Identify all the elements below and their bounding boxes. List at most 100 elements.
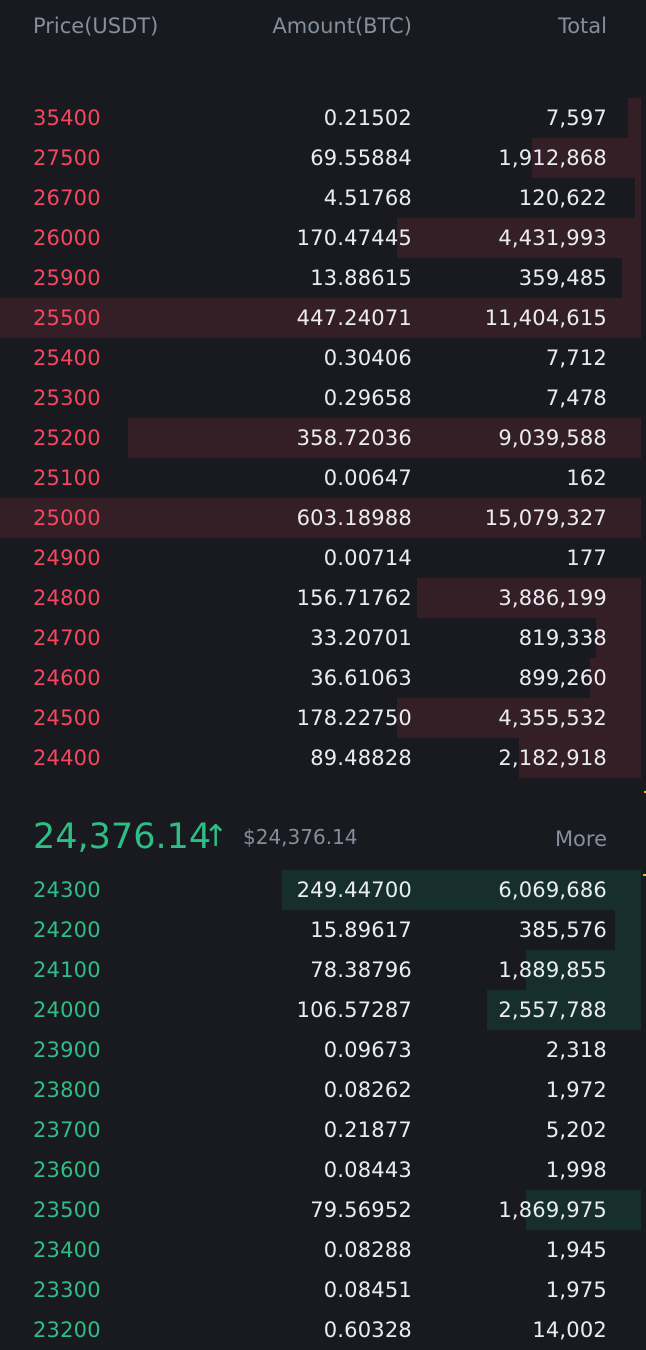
bid-total: 1,889,855 — [498, 958, 607, 982]
ticker-bar: 24,376.14 ↑ $24,376.14 More — [0, 812, 646, 862]
ask-total: 899,260 — [518, 666, 607, 690]
bid-order-row[interactable]: 24000 106.57287 2,557,788 — [0, 990, 646, 1030]
ask-total: 1,912,868 — [498, 146, 607, 170]
ask-depth-bar — [628, 98, 641, 138]
bid-order-row[interactable]: 23500 79.56952 1,869,975 — [0, 1190, 646, 1230]
ask-order-row[interactable]: 25200 358.72036 9,039,588 — [0, 418, 646, 458]
ask-total: 15,079,327 — [484, 506, 607, 530]
bid-amount: 78.38796 — [310, 958, 412, 982]
ask-amount: 33.20701 — [310, 626, 412, 650]
fiat-price: $24,376.14 — [243, 825, 358, 849]
ask-price: 26700 — [33, 186, 101, 210]
ask-total: 7,597 — [545, 106, 607, 130]
bid-total: 5,202 — [545, 1118, 607, 1142]
bid-depth-bar — [615, 910, 641, 950]
total-column-header: Total — [557, 14, 607, 38]
bid-order-row[interactable]: 23900 0.09673 2,318 — [0, 1030, 646, 1070]
ask-amount: 603.18988 — [296, 506, 412, 530]
ask-amount: 36.61063 — [310, 666, 412, 690]
order-book-header: Price(USDT) Amount(BTC) Total — [0, 0, 646, 56]
ask-amount: 0.29658 — [323, 386, 412, 410]
ask-list: 35400 0.21502 7,597 27500 69.55884 1,912,868 2… — [0, 98, 646, 778]
ask-order-row[interactable]: 24900 0.00714 177 — [0, 538, 646, 578]
ask-order-row[interactable]: 24500 178.22750 4,355,532 — [0, 698, 646, 738]
ask-price: 25200 — [33, 426, 101, 450]
bid-price: 24300 — [33, 878, 101, 902]
ask-price: 24600 — [33, 666, 101, 690]
bid-total: 385,576 — [518, 918, 607, 942]
price-column-header: Price(USDT) — [33, 14, 159, 38]
ask-order-row[interactable]: 25300 0.29658 7,478 — [0, 378, 646, 418]
ask-order-row[interactable]: 27500 69.55884 1,912,868 — [0, 138, 646, 178]
ask-order-row[interactable]: 25900 13.88615 359,485 — [0, 258, 646, 298]
bid-list: 24300 249.44700 6,069,686 24200 15.89617 385,… — [0, 870, 646, 1350]
ask-total: 3,886,199 — [498, 586, 607, 610]
ask-amount: 89.48828 — [310, 746, 412, 770]
ask-order-row[interactable]: 25100 0.00647 162 — [0, 458, 646, 498]
ask-order-row[interactable]: 25400 0.30406 7,712 — [0, 338, 646, 378]
ask-order-row[interactable]: 24600 36.61063 899,260 — [0, 658, 646, 698]
more-link[interactable]: More — [555, 816, 607, 862]
ask-price: 24500 — [33, 706, 101, 730]
bid-order-row[interactable]: 23800 0.08262 1,972 — [0, 1070, 646, 1110]
ask-order-row[interactable]: 24700 33.20701 819,338 — [0, 618, 646, 658]
ask-order-row[interactable]: 25500 447.24071 11,404,615 — [0, 298, 646, 338]
ask-price: 24800 — [33, 586, 101, 610]
bid-order-row[interactable]: 23300 0.08451 1,975 — [0, 1270, 646, 1310]
bid-order-row[interactable]: 24100 78.38796 1,889,855 — [0, 950, 646, 990]
ask-total: 120,622 — [518, 186, 607, 210]
bid-price: 23600 — [33, 1158, 101, 1182]
bid-amount: 15.89617 — [310, 918, 412, 942]
ask-amount: 69.55884 — [310, 146, 412, 170]
bid-order-row[interactable]: 23600 0.08443 1,998 — [0, 1150, 646, 1190]
ask-total: 359,485 — [518, 266, 607, 290]
ask-total: 162 — [566, 466, 607, 490]
ask-order-row[interactable]: 25000 603.18988 15,079,327 — [0, 498, 646, 538]
bid-price: 23900 — [33, 1038, 101, 1062]
ask-price: 27500 — [33, 146, 101, 170]
bid-price: 24100 — [33, 958, 101, 982]
ask-price: 25500 — [33, 306, 101, 330]
ask-amount: 178.22750 — [296, 706, 412, 730]
ask-total: 177 — [566, 546, 607, 570]
bid-amount: 0.08262 — [323, 1078, 412, 1102]
bid-price: 23800 — [33, 1078, 101, 1102]
bid-total: 1,998 — [545, 1158, 607, 1182]
ask-depth-bar — [622, 258, 641, 298]
bid-amount: 0.08451 — [323, 1278, 412, 1302]
ask-amount: 156.71762 — [296, 586, 412, 610]
ask-price: 25000 — [33, 506, 101, 530]
bid-total: 1,975 — [545, 1278, 607, 1302]
ask-total: 7,712 — [545, 346, 607, 370]
ask-total: 9,039,588 — [498, 426, 607, 450]
ask-amount: 0.00714 — [323, 546, 412, 570]
bid-amount: 0.60328 — [323, 1318, 412, 1342]
ask-price: 25900 — [33, 266, 101, 290]
bid-price: 23400 — [33, 1238, 101, 1262]
bid-price: 24200 — [33, 918, 101, 942]
bid-price: 24000 — [33, 998, 101, 1022]
ask-total: 4,355,532 — [498, 706, 607, 730]
bid-order-row[interactable]: 24300 249.44700 6,069,686 — [0, 870, 646, 910]
ask-total: 7,478 — [545, 386, 607, 410]
bid-order-row[interactable]: 23400 0.08288 1,945 — [0, 1230, 646, 1270]
bid-total: 6,069,686 — [498, 878, 607, 902]
ask-order-row[interactable]: 24400 89.48828 2,182,918 — [0, 738, 646, 778]
bid-order-row[interactable]: 24200 15.89617 385,576 — [0, 910, 646, 950]
ask-amount: 0.30406 — [323, 346, 412, 370]
ask-order-row[interactable]: 26700 4.51768 120,622 — [0, 178, 646, 218]
ask-order-row[interactable]: 26000 170.47445 4,431,993 — [0, 218, 646, 258]
ask-amount: 170.47445 — [296, 226, 412, 250]
bid-order-row[interactable]: 23200 0.60328 14,002 — [0, 1310, 646, 1350]
ask-price: 24700 — [33, 626, 101, 650]
ask-price: 25100 — [33, 466, 101, 490]
ask-order-row[interactable]: 24800 156.71762 3,886,199 — [0, 578, 646, 618]
bid-total: 14,002 — [532, 1318, 607, 1342]
last-price: 24,376.14 — [33, 817, 212, 857]
arrow-up-icon: ↑ — [203, 819, 229, 854]
bid-amount: 249.44700 — [296, 878, 412, 902]
bid-order-row[interactable]: 23700 0.21877 5,202 — [0, 1110, 646, 1150]
ask-order-row[interactable]: 35400 0.21502 7,597 — [0, 98, 646, 138]
ask-total: 4,431,993 — [498, 226, 607, 250]
ask-amount: 0.00647 — [323, 466, 412, 490]
